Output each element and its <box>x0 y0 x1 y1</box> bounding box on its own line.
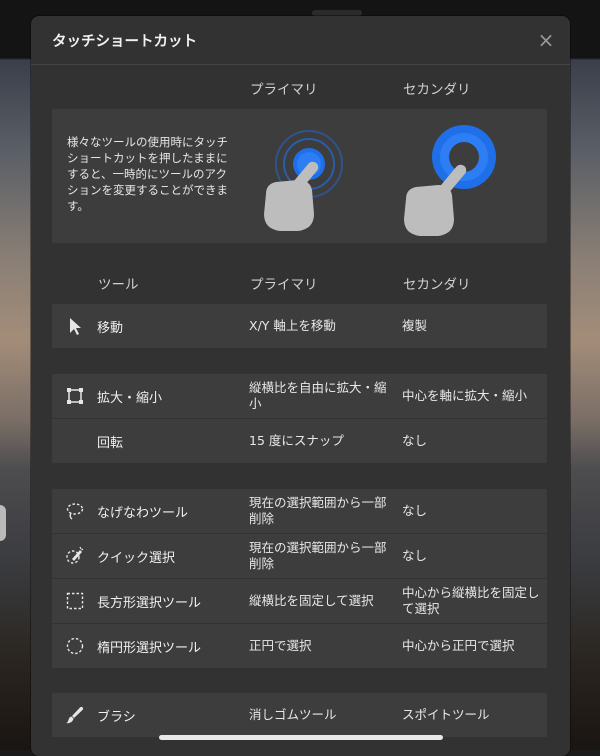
rect-select-icon <box>66 592 84 610</box>
home-indicator[interactable] <box>159 735 443 740</box>
move-arrow-icon <box>70 318 81 335</box>
close-icon: × <box>537 28 555 52</box>
edge-handle[interactable] <box>0 505 6 541</box>
secondary-action: 中心を軸に拡大・縮小 <box>402 388 528 403</box>
touch-shortcut-dialog: タッチショートカット × プライマリ セカンダリ 様々なツールの使用時にタッチシ… <box>31 16 570 756</box>
tool-group-selection: なげなわツール 現在の選択範囲から一部削除 なし クイック選択 現在の選択範囲か… <box>52 489 547 668</box>
tool-group-transform: 拡大・縮小 縦横比を自由に拡大・縮小 中心を軸に拡大・縮小 回転 15 度にスナ… <box>52 374 547 463</box>
table-row: 長方形選択ツール 縦横比を固定して選択 中心から縦横比を固定して選択 <box>52 579 547 624</box>
intro-description: 様々なツールの使用時にタッチショートカットを押したままにすると、一時的にツールの… <box>67 135 228 213</box>
table-row: 拡大・縮小 縦横比を自由に拡大・縮小 中心を軸に拡大・縮小 <box>52 374 547 419</box>
table-header-primary: プライマリ <box>250 277 318 293</box>
tool-name: 移動 <box>97 320 124 336</box>
primary-action: 縦横比を固定して選択 <box>249 593 374 608</box>
primary-action: 縦横比を自由に拡大・縮小 <box>249 380 387 411</box>
column-header-secondary: セカンダリ <box>403 82 471 98</box>
quick-select-icon <box>66 546 84 564</box>
table-row: ブラシ 消しゴムツール スポイトツール <box>52 693 547 737</box>
secondary-action: 中心から縦横比を固定して選択 <box>402 585 540 616</box>
secondary-action: なし <box>402 548 428 563</box>
table-row: 回転 15 度にスナップ なし <box>52 419 547 463</box>
tool-name: 長方形選択ツール <box>97 595 202 611</box>
close-button[interactable]: × <box>534 28 558 52</box>
table-row: 楕円形選択ツール 正円で選択 中心から正円で選択 <box>52 624 547 668</box>
intro-panel: 様々なツールの使用時にタッチショートカットを押したままにすると、一時的にツールの… <box>52 109 547 243</box>
column-header-primary: プライマリ <box>250 82 318 98</box>
tool-name: 回転 <box>97 435 124 451</box>
tool-name: なげなわツール <box>97 505 189 521</box>
secondary-action: 中心から正円で選択 <box>402 638 515 653</box>
table-row: クイック選択 現在の選択範囲から一部削除 なし <box>52 534 547 579</box>
secondary-touch-illustration-icon <box>404 125 496 236</box>
secondary-action: スポイトツール <box>402 707 490 722</box>
tool-name: 拡大・縮小 <box>97 390 163 406</box>
primary-touch-illustration-icon <box>264 130 343 231</box>
primary-action: X/Y 軸上を移動 <box>249 318 336 333</box>
dialog-header: タッチショートカット × <box>31 16 570 65</box>
lasso-icon <box>66 503 84 520</box>
primary-action: 現在の選択範囲から一部削除 <box>249 495 387 526</box>
transform-icon <box>67 388 83 404</box>
secondary-action: なし <box>402 503 428 518</box>
table-row: 移動 X/Y 軸上を移動 複製 <box>52 304 547 348</box>
brush-icon <box>66 706 84 724</box>
tool-group-brush: ブラシ 消しゴムツール スポイトツール <box>52 693 547 737</box>
tool-name: ブラシ <box>97 709 136 725</box>
primary-action: 現在の選択範囲から一部削除 <box>249 540 387 571</box>
primary-action: 消しゴムツール <box>249 707 337 722</box>
primary-action: 15 度にスナップ <box>249 433 344 448</box>
table-row: なげなわツール 現在の選択範囲から一部削除 なし <box>52 489 547 534</box>
secondary-action: なし <box>402 433 428 448</box>
tool-name: クイック選択 <box>97 550 176 566</box>
dialog-title: タッチショートカット <box>52 34 197 50</box>
tool-name: 楕円形選択ツール <box>97 640 202 656</box>
secondary-action: 複製 <box>402 318 428 333</box>
table-header-tool: ツール <box>98 277 139 293</box>
table-header-secondary: セカンダリ <box>403 277 471 293</box>
primary-action: 正円で選択 <box>249 638 312 653</box>
tool-group-move: 移動 X/Y 軸上を移動 複製 <box>52 304 547 348</box>
ellipse-select-icon <box>66 637 84 655</box>
